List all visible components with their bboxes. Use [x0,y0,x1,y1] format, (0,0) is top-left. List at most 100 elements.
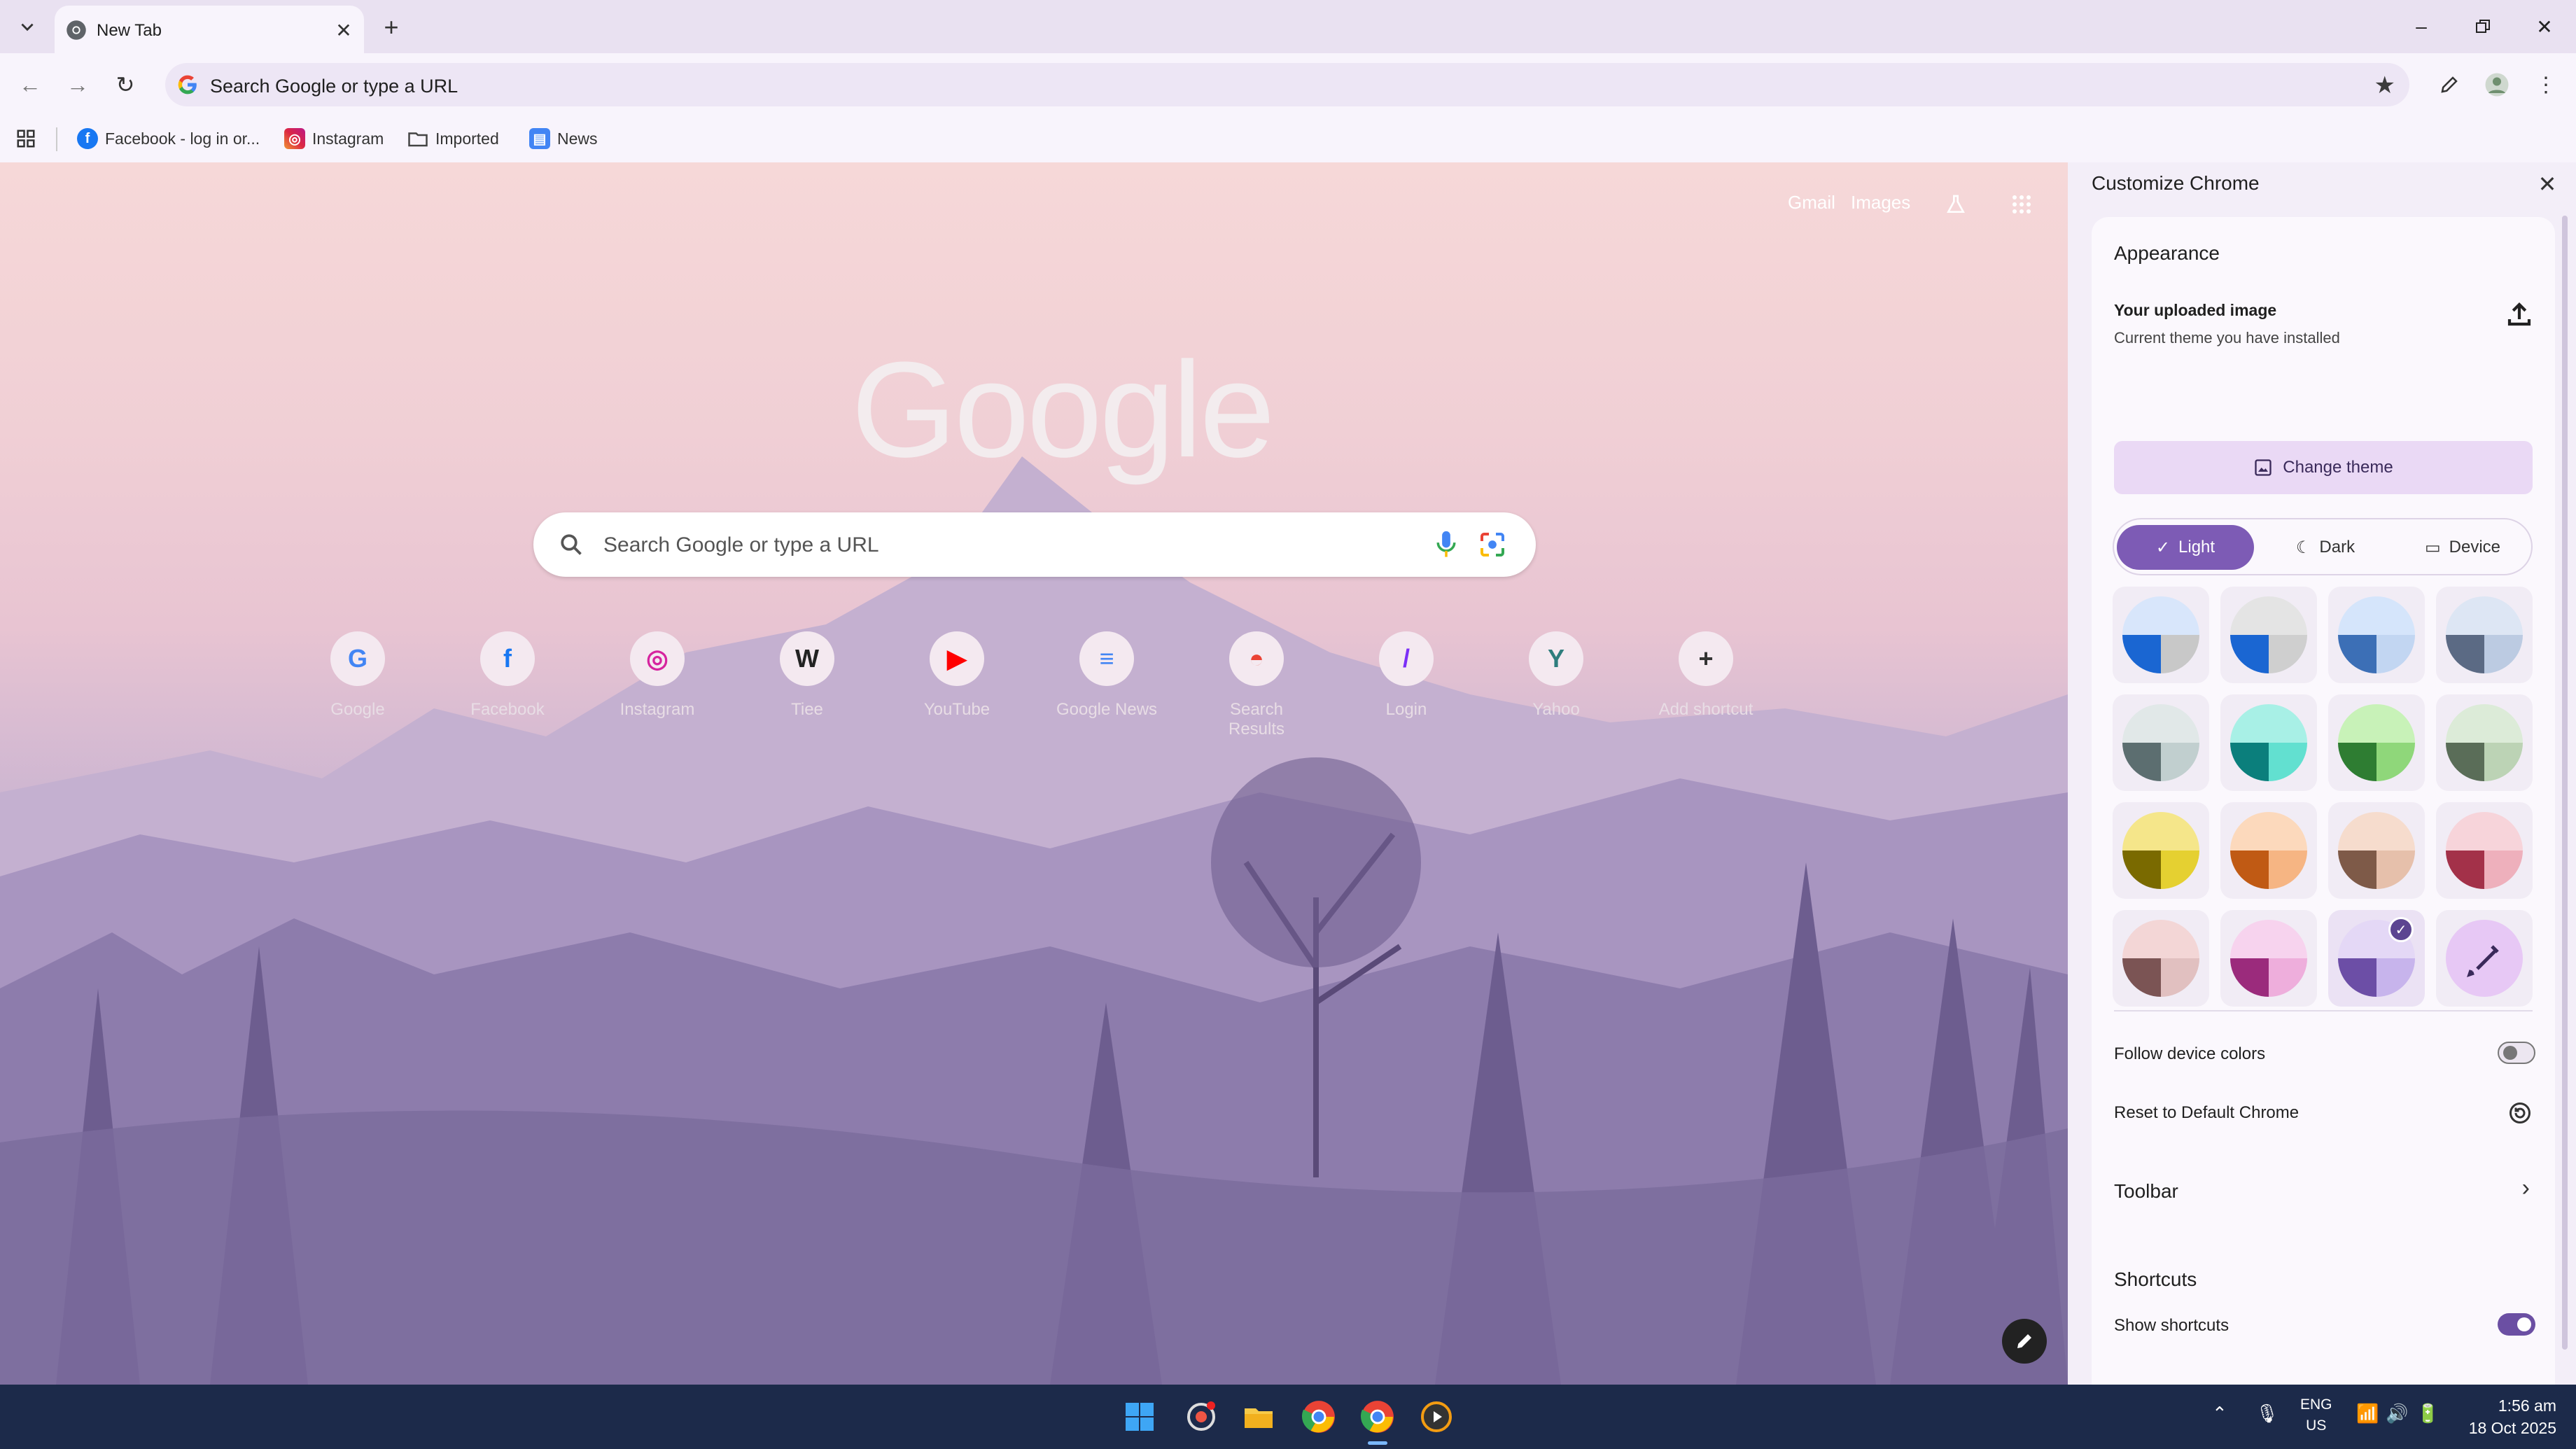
bookmark-facebook[interactable]: f Facebook - log in or... [77,123,260,154]
dark-mode-option[interactable]: ☾ Dark [2257,525,2394,570]
file-explorer-icon[interactable] [1236,1394,1281,1439]
google-lens-icon[interactable] [1478,531,1506,559]
theme-color-swatch[interactable] [2113,910,2209,1007]
shortcut-tile[interactable]: ▶ YouTube [904,624,1009,743]
profile-avatar[interactable] [2479,67,2514,102]
images-link[interactable]: Images [1851,192,1910,214]
color-picker-icon [2446,920,2523,997]
reset-default-row[interactable]: Reset to Default Chrome [2114,1095,2535,1130]
uploaded-image-title: Your uploaded image [2114,301,2277,319]
bookmark-news[interactable]: ▤ News [529,123,598,154]
upload-icon[interactable] [2505,300,2534,332]
shortcut-tile[interactable]: ◓ Search Results [1204,624,1309,743]
checkmark-icon: ✓ [2155,538,2171,557]
theme-color-swatch[interactable] [2113,694,2209,791]
language-indicator[interactable]: ENG US [2300,1394,2332,1436]
theme-color-swatch[interactable] [2328,802,2425,899]
active-indicator [1368,1441,1387,1445]
new-tab-button[interactable]: + [375,11,407,43]
media-player-icon[interactable] [1414,1394,1459,1439]
battery-icon[interactable]: 🔋 [2416,1403,2439,1424]
chrome-icon [66,20,86,40]
theme-color-swatch[interactable] [2220,802,2317,899]
youtube-icon: ▶ [930,631,984,686]
bookmark-label: News [557,129,598,148]
kebab-menu-icon[interactable]: ⋮ [2528,67,2563,102]
toolbar-card[interactable]: Toolbar › [2092,1154,2555,1232]
shortcut-tile[interactable]: G Google [305,624,410,743]
microphone-icon[interactable]: 🎙 [2255,1403,2278,1424]
plus-icon: + [1679,631,1733,686]
reload-button[interactable]: ↻ [106,66,144,104]
tab-new-tab[interactable]: New Tab ✕ [55,6,364,53]
shortcut-label: Search Results [1228,700,1285,738]
tab-search-button[interactable] [10,11,45,43]
wikipedia-icon: W [780,631,834,686]
bookmark-folder-imported[interactable]: Imported [407,123,499,154]
theme-color-swatch[interactable] [2436,587,2533,683]
forward-button[interactable]: → [59,66,97,104]
back-button[interactable]: ← [11,66,49,104]
ntp-search-box[interactable]: Search Google or type a URL [533,512,1536,577]
minimize-button[interactable]: – [2397,8,2446,45]
theme-color-swatch[interactable] [2113,802,2209,899]
shortcut-tile[interactable]: f Facebook [455,624,560,743]
follow-device-colors-toggle[interactable] [2498,1042,2535,1064]
monitor-icon: ▭ [2424,538,2441,557]
theme-color-swatch[interactable]: ✓ [2328,910,2425,1007]
google-apps-icon[interactable] [2005,188,2038,221]
labs-flask-icon[interactable] [1939,188,1973,221]
windows-start-icon[interactable] [1117,1394,1162,1439]
show-shortcuts-toggle[interactable] [2498,1313,2535,1336]
shortcut-label: Google [330,700,385,719]
shortcut-tile[interactable]: Y Yahoo [1504,624,1609,743]
swatch-circle [2338,596,2415,673]
tab-close-icon[interactable]: ✕ [330,17,357,43]
bookmark-instagram[interactable]: ◎ Instagram [284,123,384,154]
show-shortcuts-row: Show shortcuts [2114,1308,2535,1343]
address-bar[interactable]: Search Google or type a URL ★ [165,63,2409,106]
light-mode-option[interactable]: ✓ Light [2117,525,2254,570]
bookmark-star-icon[interactable]: ★ [2374,71,2395,99]
close-panel-icon[interactable]: ✕ [2531,168,2563,200]
shortcut-tile[interactable]: / Login [1354,624,1459,743]
shortcut-label: YouTube [923,700,990,719]
panel-scrollbar[interactable] [2562,216,2568,1350]
shortcut-tile[interactable]: ≡ Google News [1054,624,1159,743]
shortcut-tile[interactable]: ◎ Instagram [605,624,710,743]
browser-toolbar: ← → ↻ Search Google or type a URL ★ ⋮ [0,53,2576,116]
theme-color-swatch[interactable] [2220,694,2317,791]
chrome-icon[interactable] [1296,1394,1341,1439]
device-mode-option[interactable]: ▭ Device [2394,525,2531,570]
change-theme-button[interactable]: Change theme [2114,441,2533,494]
system-clock[interactable]: 1:56 am 18 Oct 2025 [2469,1394,2556,1439]
wifi-icon[interactable]: 📶 [2356,1403,2379,1424]
customize-chrome-button[interactable] [2002,1319,2047,1364]
theme-color-swatch[interactable] [2220,587,2317,683]
windows-taskbar: ⌃ 🎙 ENG US 📶 🔊 🔋 1:56 am 18 Oct 2025 [0,1385,2576,1449]
close-window-button[interactable]: ✕ [2520,8,2569,45]
tray-chevron-up-icon[interactable]: ⌃ [2212,1403,2227,1424]
volume-icon[interactable]: 🔊 [2386,1403,2408,1424]
edit-pen-icon[interactable] [2432,67,2467,102]
shortcut-tile[interactable]: W Tiee [755,624,860,743]
facebook-icon: f [77,128,98,149]
shortcuts-card: Shortcuts Show shortcuts [2092,1242,2555,1385]
theme-color-swatch[interactable] [2328,694,2425,791]
custom-color-swatch[interactable] [2436,910,2533,1007]
shortcut-tile[interactable]: + Add shortcut [1653,624,1758,743]
theme-color-swatch[interactable] [2436,802,2533,899]
theme-color-swatch[interactable] [2328,587,2425,683]
restore-button[interactable] [2458,8,2507,45]
gmail-link[interactable]: Gmail [1788,192,1835,214]
bookmarks-divider [56,127,57,151]
chrome-active-icon[interactable] [1355,1394,1400,1445]
voice-search-icon[interactable] [1434,529,1459,560]
theme-color-swatch[interactable] [2113,587,2209,683]
theme-color-swatch[interactable] [2436,694,2533,791]
swatch-circle [2446,596,2523,673]
screen-recorder-icon[interactable] [1179,1394,1224,1439]
theme-color-swatch[interactable] [2220,910,2317,1007]
google-logo: Google [851,334,1275,486]
apps-grid-icon[interactable] [15,123,36,154]
